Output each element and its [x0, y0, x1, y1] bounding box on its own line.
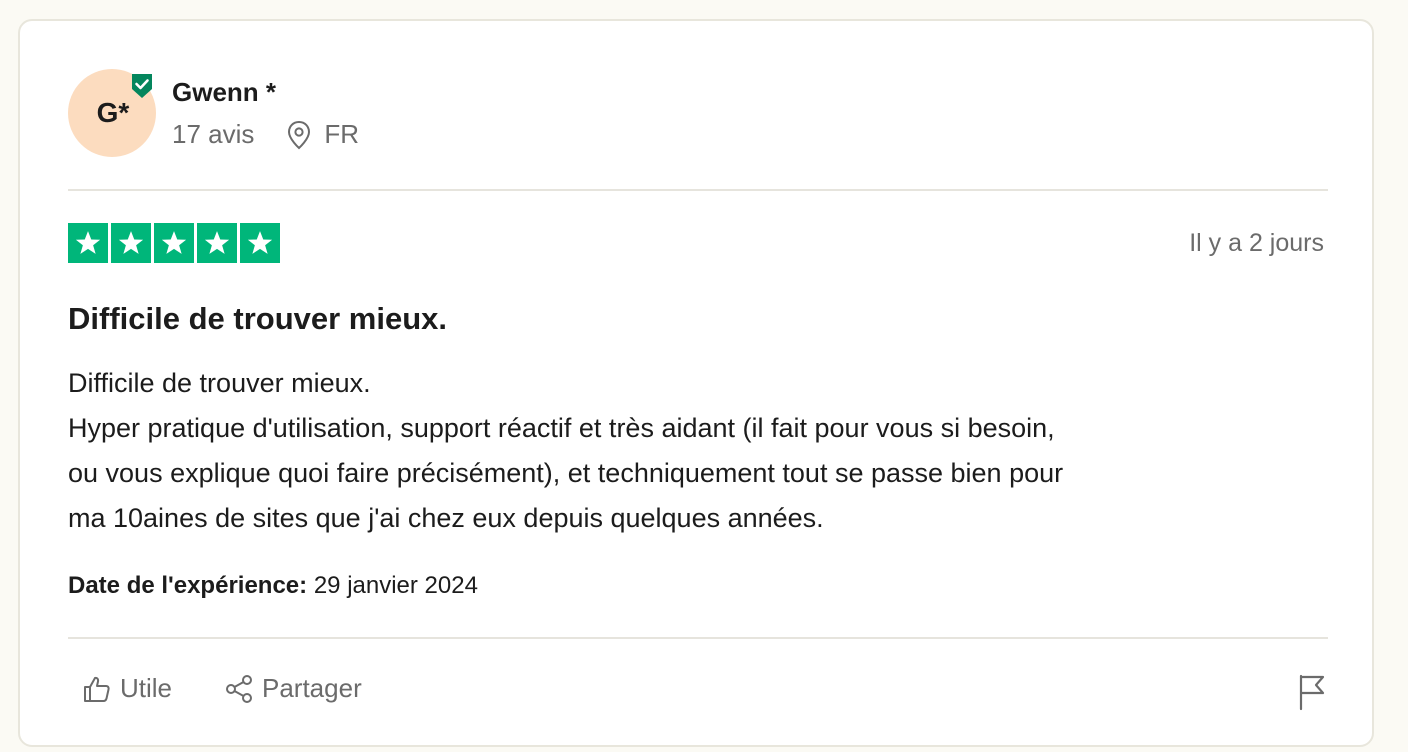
useful-label: Utile — [120, 673, 173, 703]
share-label: Partager — [262, 673, 362, 703]
header-divider — [68, 189, 1328, 191]
experience-date-label: Date de l'expérience: — [68, 572, 308, 599]
shield-check-icon — [130, 73, 154, 99]
useful-button[interactable]: Utile — [82, 673, 172, 704]
footer-divider — [68, 637, 1328, 639]
share-icon — [226, 674, 252, 703]
review-body-line: Difficile de trouver mieux. — [68, 368, 371, 398]
star-icon — [154, 223, 194, 263]
review-actions: Utile Partager — [68, 673, 1328, 713]
reviewer-name[interactable]: Gwenn * — [172, 77, 276, 108]
review-body: Difficile de trouver mieux. Hyper pratiqu… — [68, 361, 1328, 541]
reviewer-header: G* Gwenn * 17 avis FR — [68, 69, 1328, 159]
reviewer-meta: 17 avis FR — [172, 119, 359, 150]
location-pin-icon — [286, 120, 312, 150]
share-button[interactable]: Partager — [224, 673, 362, 704]
avatar-initials: G* — [96, 97, 130, 128]
reviewer-country: FR — [324, 119, 360, 149]
review-title[interactable]: Difficile de trouver mieux. — [68, 301, 447, 337]
review-date-relative: Il y a 2 jours — [1189, 229, 1324, 257]
star-rating — [68, 223, 280, 263]
star-icon — [197, 223, 237, 263]
thumbs-up-icon — [84, 676, 110, 702]
review-count: 17 avis — [172, 119, 255, 149]
experience-date-value: 29 janvier 2024 — [313, 572, 478, 599]
flag-icon[interactable] — [1296, 673, 1328, 711]
review-body-line: Hyper pratique d'utilisation, support ré… — [68, 413, 1055, 443]
review-card: G* Gwenn * 17 avis FR Il y a 2 jours Dif… — [18, 19, 1374, 747]
experience-date: Date de l'expérience: 29 janvier 2024 — [68, 572, 478, 600]
star-icon — [111, 223, 151, 263]
review-body-line: ou vous explique quoi faire précisément)… — [68, 458, 1064, 488]
star-icon — [240, 223, 280, 263]
star-icon — [68, 223, 108, 263]
review-body-line: ma 10aines de sites que j'ai chez eux de… — [68, 503, 824, 533]
